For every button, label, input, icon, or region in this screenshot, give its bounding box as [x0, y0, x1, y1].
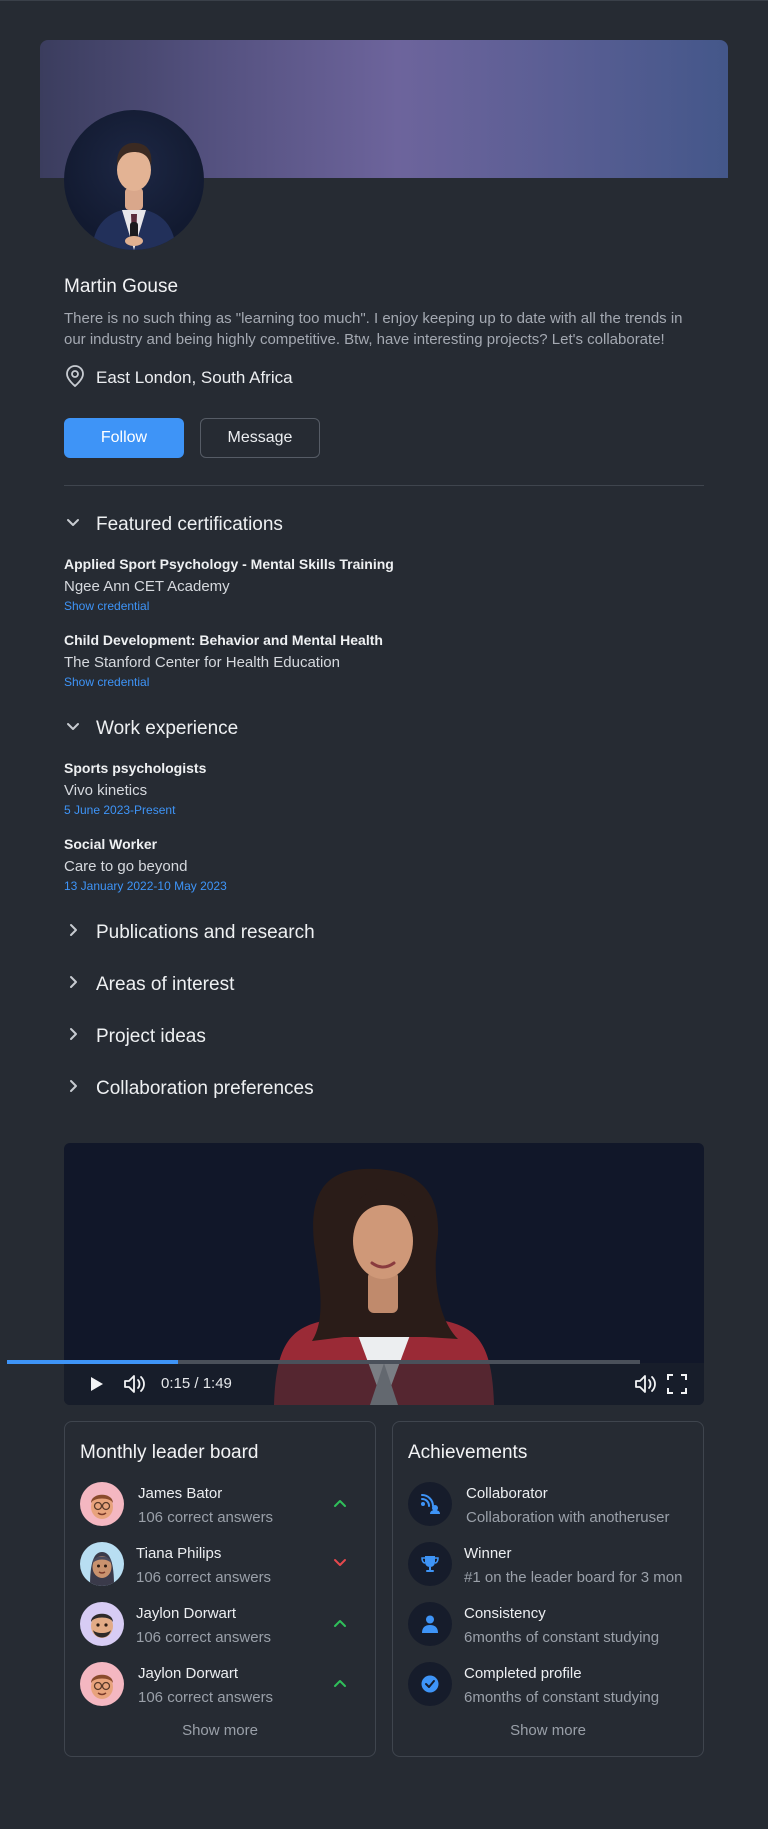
- trend-up-icon: [334, 1500, 346, 1507]
- leaderboard-title: Monthly leader board: [80, 1442, 259, 1463]
- leader-name: Tiana Philips: [136, 1545, 222, 1562]
- profile-avatar: [64, 110, 204, 250]
- trophy-icon: [408, 1542, 452, 1586]
- location-text: East London, South Africa: [96, 368, 293, 387]
- leader-score: 106 correct answers: [136, 1629, 272, 1646]
- leaderboard-row[interactable]: Tiana Philips 106 correct answers: [80, 1542, 362, 1588]
- show-credential-link[interactable]: Show credential: [64, 675, 149, 689]
- achievement-row[interactable]: Collaborator Collaboration with anotheru…: [408, 1482, 690, 1528]
- job-org: Care to go beyond: [64, 858, 188, 875]
- trend-down-icon: [334, 1559, 346, 1566]
- achievement-desc: 6months of constant studying: [464, 1629, 660, 1646]
- profile-bio: There is no such thing as "learning too …: [64, 310, 683, 348]
- achievement-name: Winner: [464, 1545, 512, 1562]
- job-title: Sports psychologists: [64, 760, 207, 776]
- leader-score: 106 correct answers: [138, 1509, 274, 1526]
- trend-up-icon: [334, 1620, 346, 1627]
- section-title: Collaboration preferences: [96, 1078, 314, 1099]
- check-badge-icon: [408, 1662, 452, 1706]
- achievement-row[interactable]: Completed profile 6months of constant st…: [408, 1662, 690, 1708]
- section-title: Featured certifications: [96, 514, 283, 535]
- volume-icon[interactable]: [123, 1374, 147, 1399]
- chevron-right-icon: [64, 1025, 82, 1049]
- leaderboard-row[interactable]: James Bator 106 correct answers: [80, 1482, 362, 1528]
- leaderboard-row[interactable]: Jaylon Dorwart 106 correct answers: [80, 1602, 362, 1648]
- section-publications[interactable]: Publications and research: [64, 921, 315, 945]
- job-title: Social Worker: [64, 836, 158, 852]
- divider: [64, 485, 704, 486]
- certification-title: Applied Sport Psychology - Mental Skills…: [64, 556, 394, 572]
- achievements-show-more-button[interactable]: Show more: [393, 1722, 703, 1739]
- certification-org: The Stanford Center for Health Education: [64, 654, 340, 671]
- video-controls: 0:15 / 1:49: [64, 1363, 704, 1405]
- profile-location: East London, South Africa: [64, 364, 293, 393]
- section-title: Work experience: [96, 718, 239, 739]
- leaderboard-show-more-button[interactable]: Show more: [65, 1722, 375, 1739]
- top-border: [0, 0, 768, 1]
- person-icon: [408, 1602, 452, 1646]
- avatar: [80, 1602, 124, 1646]
- section-title: Publications and research: [96, 922, 315, 943]
- leader-score: 106 correct answers: [136, 1569, 272, 1586]
- section-areas-of-interest[interactable]: Areas of interest: [64, 973, 234, 997]
- certification-title: Child Development: Behavior and Mental H…: [64, 632, 383, 648]
- video-time: 0:15 / 1:49: [161, 1375, 232, 1392]
- job-dates: 13 January 2022-10 May 2023: [64, 879, 227, 893]
- job-dates: 5 June 2023-Present: [64, 803, 176, 817]
- section-title: Project ideas: [96, 1026, 206, 1047]
- achievement-desc: 6months of constant studying: [464, 1689, 660, 1706]
- achievements-card: Achievements Collaborator Collaboration …: [392, 1421, 704, 1757]
- achievement-row[interactable]: Consistency 6months of constant studying: [408, 1602, 690, 1648]
- section-collaboration-preferences[interactable]: Collaboration preferences: [64, 1077, 314, 1101]
- section-work-experience[interactable]: Work experience: [64, 717, 238, 741]
- avatar: [80, 1662, 124, 1706]
- follow-button[interactable]: Follow: [64, 418, 184, 458]
- leader-name: James Bator: [138, 1485, 223, 1502]
- section-project-ideas[interactable]: Project ideas: [64, 1025, 206, 1049]
- chevron-right-icon: [64, 921, 82, 945]
- achievement-name: Completed profile: [464, 1665, 582, 1682]
- chevron-down-icon: [64, 717, 82, 741]
- achievement-desc: #1 on the leader board for 3 mon: [464, 1569, 683, 1586]
- section-title: Areas of interest: [96, 974, 235, 995]
- progress-fill: [7, 1360, 178, 1364]
- achievements-title: Achievements: [408, 1442, 528, 1463]
- play-icon[interactable]: [90, 1376, 104, 1397]
- achievement-name: Collaborator: [466, 1485, 548, 1502]
- chevron-right-icon: [64, 973, 82, 997]
- video-player[interactable]: 0:15 / 1:49: [64, 1143, 704, 1405]
- trend-up-icon: [334, 1680, 346, 1687]
- profile-name: Martin Gouse: [64, 276, 179, 297]
- message-button[interactable]: Message: [200, 418, 320, 458]
- collaborator-icon: [408, 1482, 452, 1526]
- achievement-desc: Collaboration with anotheruser: [466, 1509, 670, 1526]
- achievement-name: Consistency: [464, 1605, 546, 1622]
- leader-name: Jaylon Dorwart: [136, 1605, 237, 1622]
- leaderboard-row[interactable]: Jaylon Dorwart 106 correct answers: [80, 1662, 362, 1708]
- avatar: [80, 1542, 124, 1586]
- certification-org: Ngee Ann CET Academy: [64, 578, 230, 595]
- show-credential-link[interactable]: Show credential: [64, 599, 149, 613]
- chevron-down-icon: [64, 513, 82, 537]
- achievement-row[interactable]: Winner #1 on the leader board for 3 mon: [408, 1542, 690, 1588]
- location-pin-icon: [64, 364, 86, 393]
- section-featured-certifications[interactable]: Featured certifications: [64, 513, 283, 537]
- leader-name: Jaylon Dorwart: [138, 1665, 239, 1682]
- leader-score: 106 correct answers: [138, 1689, 274, 1706]
- leaderboard-card: Monthly leader board James Bator 106 cor…: [64, 1421, 376, 1757]
- avatar: [80, 1482, 124, 1526]
- volume-icon[interactable]: [634, 1374, 658, 1399]
- chevron-right-icon: [64, 1077, 82, 1101]
- fullscreen-icon[interactable]: [667, 1374, 687, 1399]
- job-org: Vivo kinetics: [64, 782, 148, 799]
- video-progress-bar[interactable]: [7, 1360, 640, 1364]
